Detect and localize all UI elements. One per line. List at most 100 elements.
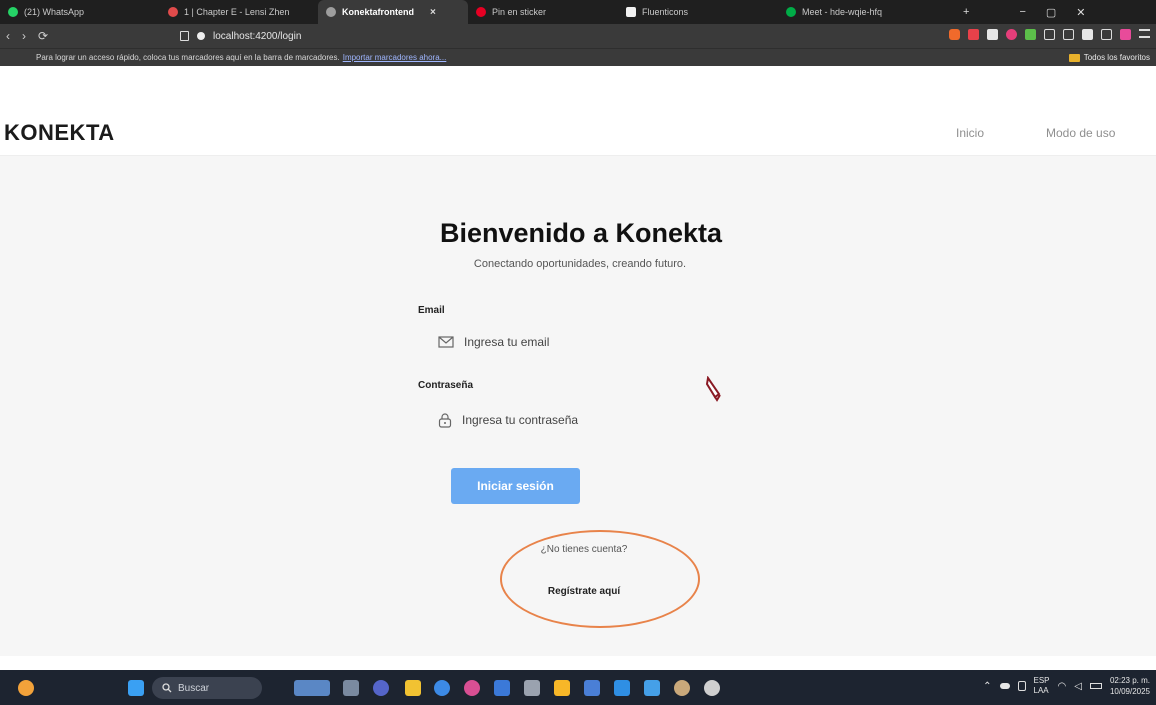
wifi-icon[interactable]: ◠ [1058,681,1067,692]
search-placeholder: Buscar [178,682,210,694]
app-icon[interactable] [464,680,480,696]
email-placeholder: Ingresa tu email [464,335,550,349]
all-bookmarks-label: Todos los favoritos [1083,53,1150,62]
browser-toolbar: ‹ › ⟳ localhost:4200/login [0,24,1156,48]
forward-button[interactable]: › [16,29,32,43]
tab-konekta[interactable]: Konektafrontend × [318,0,468,24]
windows-taskbar: Buscar ⌃ ESP LAA ◠ ◁ 02:23 p. m. 10/09/2… [0,670,1156,705]
volume-icon[interactable]: ◁ [1074,681,1082,692]
login-button[interactable]: Iniciar sesión [451,468,580,504]
app-icon[interactable] [674,680,690,696]
minimize-button[interactable]: − [1009,6,1035,18]
menu-icon[interactable] [1139,29,1150,38]
url-text: localhost:4200/login [213,30,302,42]
kaspersky-icon[interactable] [1120,29,1131,40]
back-button[interactable]: ‹ [0,29,16,43]
bookmarks-hint: Para lograr un acceso rápido, coloca tus… [36,53,340,62]
chat-icon[interactable] [373,680,389,696]
bookmark-page-icon[interactable] [180,31,189,41]
nav-link-inicio[interactable]: Inicio [956,126,984,140]
pinterest-icon [476,7,486,17]
tab-whatsapp[interactable]: (21) WhatsApp [0,0,160,24]
clock-date: 10/09/2025 [1109,687,1150,696]
password-placeholder: Ingresa tu contraseña [462,413,579,427]
page-subtitle: Conectando oportunidades, creando futuro… [473,258,687,270]
lang-bottom: LAA [1033,686,1049,695]
vpn-icon[interactable] [1101,29,1112,40]
tab-label: 1 | Chapter E - Lensi Zhen [184,7,290,17]
close-tab-icon[interactable]: × [430,7,436,18]
tab-pinterest[interactable]: Pin en sticker [468,0,618,24]
extension-icon[interactable] [987,29,998,40]
email-field[interactable]: Ingresa tu email [438,329,738,355]
pencil-cursor-icon [705,376,721,402]
site-info-icon[interactable] [197,32,205,40]
all-bookmarks[interactable]: Todos los favoritos [1068,53,1150,62]
chevron-up-icon[interactable]: ⌃ [983,681,991,692]
close-window-button[interactable]: ✕ [1066,6,1095,19]
highlight-circle [500,530,700,628]
folder-icon[interactable] [405,680,421,696]
meet-icon [786,7,796,17]
app-navbar: KONEKTA Inicio Modo de uso [0,108,1156,156]
video-icon [168,7,178,17]
todo-icon[interactable] [494,680,510,696]
konekta-logo[interactable]: KONEKTA [4,120,115,146]
app-icon[interactable] [584,680,600,696]
globe-icon [326,7,336,17]
clock[interactable]: 02:23 p. m. 10/09/2025 [1110,675,1150,697]
vscode-icon[interactable] [614,680,630,696]
widgets-icon[interactable] [294,680,330,696]
tab-meet[interactable]: Meet - hde-wqie-hfq [778,0,953,24]
app-icon[interactable] [704,680,720,696]
sidebar-icon[interactable] [1082,29,1093,40]
page-title: Bienvenido a Konekta [439,218,723,248]
tab-label: Konektafrontend [342,7,414,17]
folder-icon [1068,53,1080,62]
chrome-icon[interactable] [434,680,450,696]
reload-button[interactable]: ⟳ [32,29,54,43]
file-explorer-icon[interactable] [343,680,359,696]
nav-link-modo-de-uso[interactable]: Modo de uso [1046,126,1115,140]
search-icon [162,683,172,693]
address-bar[interactable]: localhost:4200/login [180,27,620,45]
password-label: Contraseña [418,380,474,391]
email-label: Email [418,305,445,316]
puzzle-icon[interactable] [1044,29,1055,40]
new-tab-button[interactable]: + [953,6,979,18]
extension-icon[interactable] [1025,29,1036,40]
tab-label: Pin en sticker [492,7,547,17]
rewards-icon[interactable] [968,29,979,40]
tab-chapter[interactable]: 1 | Chapter E - Lensi Zhen [160,0,318,24]
windows-start-icon[interactable] [128,680,144,696]
app-icon[interactable] [644,680,660,696]
lang-top: ESP [1033,676,1050,685]
maximize-button[interactable]: ▢ [1036,6,1066,19]
tab-label: Fluenticons [642,7,689,17]
tab-fluenticons[interactable]: Fluenticons [618,0,778,24]
extensions-area [949,29,1150,40]
extension-icon[interactable] [1006,29,1017,40]
clock-time: 02:23 p. m. [1109,676,1150,685]
app-icon[interactable] [524,680,540,696]
password-field[interactable]: Ingresa tu contraseña [438,407,738,433]
browser-tab-strip: (21) WhatsApp 1 | Chapter E - Lensi Zhen… [0,0,1156,24]
lock-icon [438,412,452,428]
whatsapp-icon [8,7,18,17]
weather-icon[interactable] [18,680,34,696]
mail-icon [438,336,454,348]
sticky-notes-icon[interactable] [554,680,570,696]
system-tray: ⌃ ESP LAA ◠ ◁ 02:23 p. m. 10/09/2025 [983,675,1150,697]
bookmarks-bar: Para lograr un acceso rápido, coloca tus… [0,48,1156,66]
taskbar-search[interactable]: Buscar [152,677,262,699]
language-indicator[interactable]: ESP LAA [1034,676,1050,696]
shield-icon[interactable] [1017,681,1026,691]
tab-label: Meet - hde-wqie-hfq [802,7,883,17]
fluenticons-icon [626,7,636,17]
brave-shield-icon[interactable] [949,29,960,40]
import-bookmarks-link[interactable]: Importar marcadores ahora... [343,53,447,62]
battery-icon[interactable] [1089,683,1102,689]
onedrive-icon[interactable] [999,683,1010,689]
tab-label: (21) WhatsApp [24,7,85,17]
download-icon[interactable] [1063,29,1074,40]
